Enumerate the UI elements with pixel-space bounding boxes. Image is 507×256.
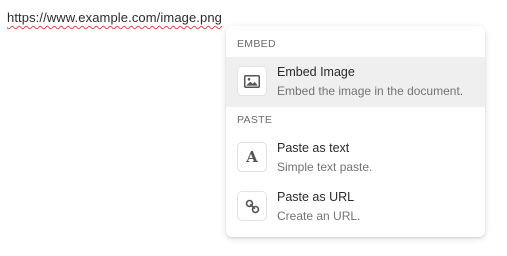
menu-item-embed-image[interactable]: Embed Image Embed the image in the docum… [226,57,485,107]
link-icon [237,191,267,221]
section-label-embed: EMBED [237,38,276,50]
menu-item-description: Create an URL. [277,209,361,223]
image-icon [237,66,267,96]
section-label-paste: PASTE [237,114,273,126]
text-a-icon: A [237,142,267,172]
menu-item-paste-text[interactable]: A Paste as text Simple text paste. [226,133,485,183]
menu-item-title: Paste as text [277,141,350,155]
menu-item-description: Embed the image in the document. [277,84,464,98]
menu-item-description: Simple text paste. [277,160,373,174]
editor-url-text[interactable]: https://www.example.com/image.png [7,10,222,25]
menu-item-title: Embed Image [277,65,355,79]
menu-item-paste-url[interactable]: Paste as URL Create an URL. [226,182,485,232]
menu-item-title: Paste as URL [277,190,355,204]
paste-options-menu: EMBED Embed Image Embed the image in the… [226,26,485,237]
